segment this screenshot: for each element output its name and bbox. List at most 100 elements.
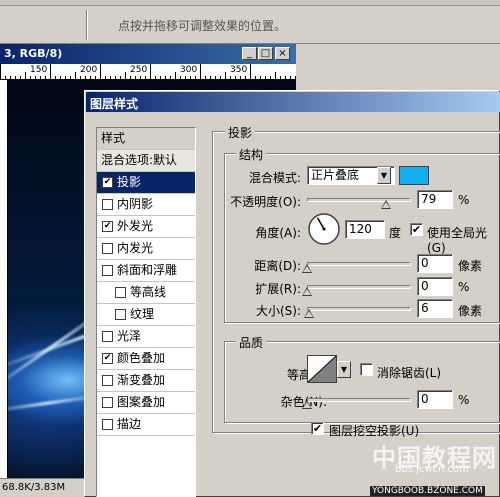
document-title: 3, RGB/8) <box>4 47 63 60</box>
distance-label: 距离(D): <box>254 259 301 273</box>
style-item-checkbox[interactable] <box>102 265 113 276</box>
global-light-checkbox[interactable]: ✔ <box>410 223 423 236</box>
minimize-button[interactable]: _ <box>242 47 257 60</box>
document-size: 68.8K/3.83M <box>2 482 66 493</box>
style-item-checkbox[interactable] <box>102 419 113 430</box>
size-label: 大小(S): <box>255 304 301 318</box>
ruler-label: 250 <box>130 65 148 75</box>
style-item[interactable]: 内发光 <box>97 238 195 260</box>
noise-input[interactable]: 0 <box>417 390 453 409</box>
style-item[interactable]: 描边 <box>97 414 195 436</box>
contour-curve-icon <box>307 355 337 383</box>
style-list-header[interactable]: 样式 <box>97 128 195 150</box>
style-item-checkbox[interactable]: ✔ <box>102 221 113 232</box>
noise-slider[interactable] <box>307 398 411 402</box>
dialog-titlebar[interactable]: 图层样式 <box>86 92 500 112</box>
size-unit: 像素 <box>458 304 483 318</box>
size-slider[interactable] <box>307 307 411 311</box>
spread-slider-thumb[interactable] <box>302 287 312 296</box>
options-hint: 点按并拖移可调整效果的位置。 <box>118 19 287 33</box>
opacity-unit: % <box>458 193 470 207</box>
style-item-label: 等高线 <box>130 285 167 299</box>
style-item-label: 图案叠加 <box>117 395 166 409</box>
quality-title: 品质 <box>236 334 267 351</box>
opacity-slider[interactable] <box>307 198 411 202</box>
style-item[interactable]: 内阴影 <box>97 194 195 216</box>
blend-options-item[interactable]: 混合选项:默认 <box>97 150 195 172</box>
style-item-label: 渐变叠加 <box>117 373 166 387</box>
shadow-color-swatch[interactable] <box>399 166 429 185</box>
style-item-checkbox[interactable] <box>115 287 126 298</box>
style-item[interactable]: 纹理 <box>97 304 195 326</box>
distance-slider-thumb[interactable] <box>302 264 312 273</box>
drop-shadow-title: 投影 <box>225 124 256 141</box>
style-item-label: 外发光 <box>117 219 154 233</box>
knockout-checkbox[interactable]: ✔ <box>311 422 324 435</box>
distance-slider[interactable] <box>307 262 411 266</box>
style-item-checkbox[interactable] <box>102 243 113 254</box>
style-item-label: 纹理 <box>130 307 155 321</box>
style-item-label: 内发光 <box>117 241 154 255</box>
style-item-checkbox[interactable]: ✔ <box>102 353 113 364</box>
blend-mode-value: 正片叠底 <box>311 168 360 182</box>
angle-dial-icon <box>308 213 340 245</box>
ruler-label: 200 <box>80 65 98 75</box>
size-input[interactable]: 6 <box>417 299 453 318</box>
style-item-label: 斜面和浮雕 <box>117 263 178 277</box>
layer-style-dialog: 图层样式 样式 混合选项:默认 ✔ 投影内阴影 ✔ 外发光内发光斜面和浮雕等高线纹理光… <box>84 90 500 497</box>
opacity-label: 不透明度(O): <box>230 195 301 209</box>
maximize-button[interactable]: □ <box>258 47 273 60</box>
style-item[interactable]: 斜面和浮雕 <box>97 260 195 282</box>
style-item-label: 投影 <box>117 175 142 189</box>
style-item-checkbox[interactable] <box>115 309 126 320</box>
spread-label: 扩展(R): <box>255 282 301 296</box>
style-item[interactable]: 渐变叠加 <box>97 370 195 392</box>
spread-unit: % <box>458 280 470 294</box>
noise-slider-thumb[interactable] <box>302 400 312 409</box>
document-titlebar[interactable]: 3, RGB/8) _ □ × <box>0 44 296 64</box>
style-item[interactable]: 等高线 <box>97 282 195 304</box>
opacity-input[interactable]: 79 <box>417 190 453 209</box>
style-item-checkbox[interactable] <box>102 199 113 210</box>
distance-unit: 像素 <box>458 259 483 273</box>
global-light-label: 使用全局光(G) <box>427 226 488 255</box>
angle-dial[interactable] <box>307 212 341 249</box>
menu-strip <box>0 0 500 6</box>
contour-picker[interactable] <box>307 355 337 383</box>
spread-slider[interactable] <box>307 285 411 289</box>
style-item-label: 光泽 <box>117 329 142 343</box>
distance-input[interactable]: 0 <box>417 254 453 273</box>
angle-unit: 度 <box>389 226 402 240</box>
contour-dropdown-icon[interactable]: ▼ <box>337 361 351 378</box>
watermark-footer: YONGBOOB.BZONE.COM <box>370 486 485 496</box>
close-button[interactable]: × <box>275 47 290 60</box>
style-item[interactable]: ✔ 外发光 <box>97 216 195 238</box>
ruler-label: 300 <box>180 65 198 75</box>
style-item[interactable]: ✔ 投影 <box>97 172 195 194</box>
opacity-slider-thumb[interactable] <box>381 200 391 209</box>
options-bar: 点按并拖移可调整效果的位置。 <box>0 0 500 44</box>
style-item[interactable]: 图案叠加 <box>97 392 195 414</box>
antialias-checkbox[interactable] <box>360 363 373 376</box>
angle-label: 角度(A): <box>255 226 301 240</box>
style-item-label: 颜色叠加 <box>117 351 166 365</box>
style-item[interactable]: ✔ 颜色叠加 <box>97 348 195 370</box>
angle-input[interactable]: 120 <box>345 220 385 239</box>
style-item-label: 描边 <box>117 417 142 431</box>
style-item-checkbox[interactable]: ✔ <box>102 177 113 188</box>
ruler-label: 350 <box>230 65 248 75</box>
style-item-checkbox[interactable] <box>102 397 113 408</box>
blend-mode-label: 混合模式: <box>248 171 301 185</box>
style-item-label: 内阴影 <box>117 197 154 211</box>
options-separator <box>86 10 88 40</box>
structure-title: 结构 <box>236 146 267 163</box>
style-item-checkbox[interactable] <box>102 375 113 386</box>
style-item-checkbox[interactable] <box>102 331 113 342</box>
horizontal-ruler: 150 200 250 300 350 <box>0 64 296 80</box>
chevron-down-icon[interactable]: ▼ <box>377 167 391 184</box>
noise-unit: % <box>458 393 470 407</box>
antialias-label: 消除锯齿(L) <box>377 366 442 380</box>
spread-input[interactable]: 0 <box>417 277 453 296</box>
size-slider-thumb[interactable] <box>304 309 315 318</box>
style-item[interactable]: 光泽 <box>97 326 195 348</box>
